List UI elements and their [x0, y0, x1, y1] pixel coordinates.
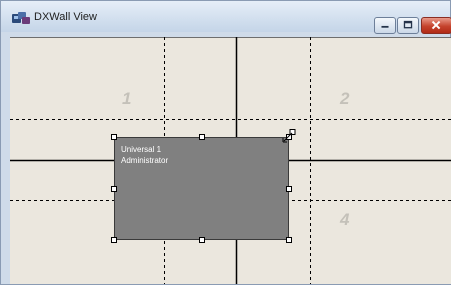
- dxwall-view-window: DXWall View 1 2 4 Universal 1 Administra…: [0, 0, 451, 285]
- minimize-icon: [381, 25, 389, 28]
- maximize-button[interactable]: [397, 17, 419, 34]
- maximize-icon: [403, 20, 413, 29]
- resize-handle-bottom[interactable]: [199, 237, 205, 243]
- resize-handle-bottom-left[interactable]: [111, 237, 117, 243]
- window-left-border: [2, 32, 10, 284]
- dxwall-app-icon: [12, 11, 30, 25]
- close-button[interactable]: [421, 17, 451, 34]
- resize-handle-top-left[interactable]: [111, 134, 117, 140]
- source-window-user: Administrator: [121, 156, 169, 165]
- resize-diagonal-icon[interactable]: [282, 129, 296, 143]
- close-icon: [431, 20, 441, 30]
- cell-number-4: 4: [340, 210, 350, 229]
- resize-handle-left[interactable]: [111, 186, 117, 192]
- resize-handle-bottom-right[interactable]: [286, 237, 292, 243]
- wall-canvas[interactable]: 1 2 4 Universal 1 Administrator: [10, 37, 451, 284]
- cell-number-1: 1: [122, 89, 132, 108]
- minimize-button[interactable]: [374, 17, 396, 34]
- source-window[interactable]: Universal 1 Administrator: [114, 137, 289, 240]
- title-bar[interactable]: DXWall View: [1, 1, 451, 34]
- resize-handle-right[interactable]: [286, 186, 292, 192]
- resize-handle-top[interactable]: [199, 134, 205, 140]
- window-title: DXWall View: [34, 11, 97, 23]
- cell-number-2: 2: [340, 89, 350, 108]
- source-window-title: Universal 1: [121, 145, 162, 154]
